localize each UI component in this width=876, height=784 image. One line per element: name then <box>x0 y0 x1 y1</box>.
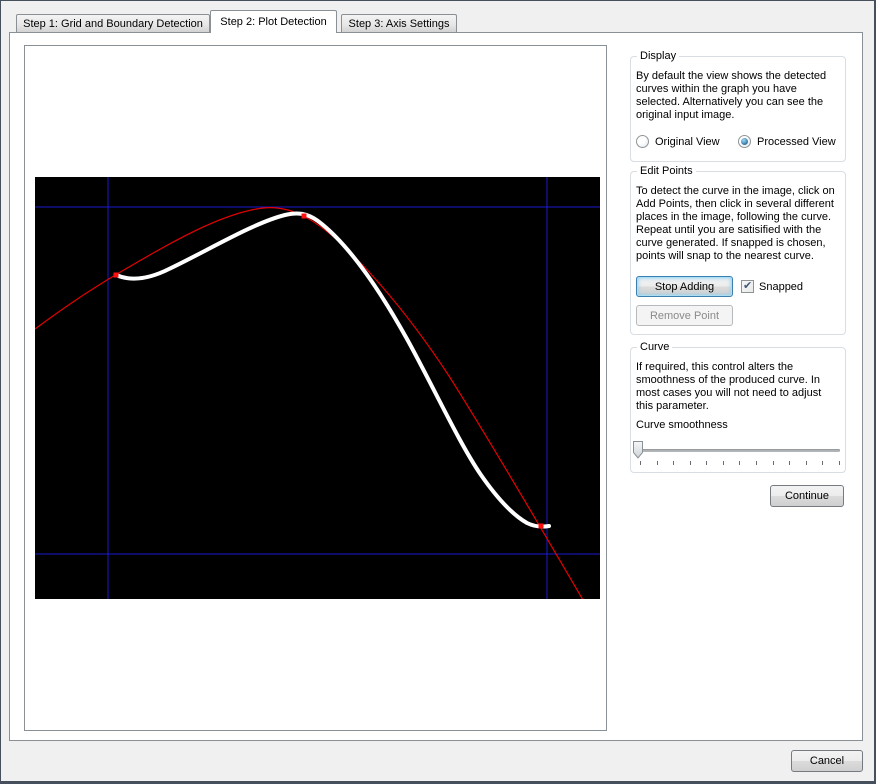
curve-smoothness-slider-track[interactable] <box>637 449 840 452</box>
curve-point-marker <box>539 524 544 529</box>
curve-point-marker <box>302 214 307 219</box>
radio-processed-view[interactable]: Processed View <box>738 135 836 148</box>
tab-step3-axis-settings[interactable]: Step 3: Axis Settings <box>341 14 457 32</box>
curve-smoothness-label: Curve smoothness <box>636 419 728 431</box>
tab-step2-plot-detection[interactable]: Step 2: Plot Detection <box>210 10 337 33</box>
cancel-button[interactable]: Cancel <box>791 750 863 772</box>
slider-tick-marks <box>640 461 840 465</box>
display-group: Display By default the view shows the de… <box>630 56 846 162</box>
tab-label: Step 1: Grid and Boundary Detection <box>23 18 203 30</box>
edit-points-group-title: Edit Points <box>637 165 696 177</box>
curve-point-marker <box>114 273 119 278</box>
continue-button[interactable]: Continue <box>770 485 844 507</box>
stop-adding-button[interactable]: Stop Adding <box>636 276 733 297</box>
edit-points-description: To detect the curve in the image, click … <box>636 185 842 263</box>
curve-group: Curve If required, this control alters t… <box>630 347 846 473</box>
snapped-checkbox-row[interactable]: Snapped <box>741 280 803 293</box>
radio-processed-view-circle[interactable] <box>738 135 751 148</box>
tab-page-plot-detection: Display By default the view shows the de… <box>9 32 863 741</box>
image-background <box>35 177 600 599</box>
remove-point-button[interactable]: Remove Point <box>636 305 733 326</box>
image-picture-box <box>24 45 607 731</box>
curve-description: If required, this control alters the smo… <box>636 361 842 413</box>
tab-step1-grid-boundary-detection[interactable]: Step 1: Grid and Boundary Detection <box>16 14 210 32</box>
curve-smoothness-slider-thumb[interactable] <box>632 440 644 460</box>
curve-group-title: Curve <box>637 341 672 353</box>
radio-original-view-label: Original View <box>655 136 720 148</box>
radio-original-view[interactable]: Original View <box>636 135 720 148</box>
tab-label: Step 2: Plot Detection <box>220 16 326 28</box>
display-group-title: Display <box>637 50 679 62</box>
plot-canvas[interactable] <box>35 177 600 599</box>
radio-processed-view-label: Processed View <box>757 136 836 148</box>
app-window: Step 1: Grid and Boundary Detection Step… <box>0 0 876 784</box>
display-description: By default the view shows the detected c… <box>636 70 842 122</box>
radio-original-view-circle[interactable] <box>636 135 649 148</box>
edit-points-group: Edit Points To detect the curve in the i… <box>630 171 846 335</box>
snapped-checkbox-label: Snapped <box>759 281 803 293</box>
snapped-checkbox[interactable] <box>741 280 754 293</box>
tab-label: Step 3: Axis Settings <box>349 18 450 30</box>
